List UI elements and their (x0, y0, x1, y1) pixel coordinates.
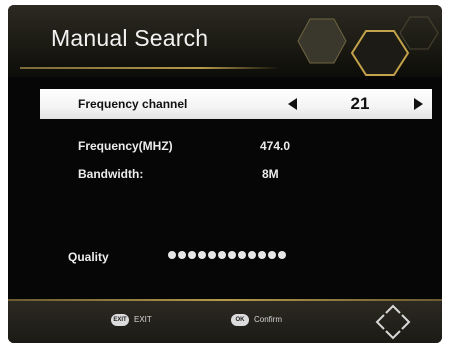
frequency-channel-value: 21 (350, 94, 370, 113)
page-title: Manual Search (51, 25, 209, 51)
quality-dot (218, 251, 226, 259)
confirm-label: Confirm (254, 315, 283, 324)
frequency-channel-row[interactable]: Frequency channel 21 (40, 89, 432, 119)
quality-dot (248, 251, 256, 259)
quality-dot (278, 251, 286, 259)
navigation-arrows-icon (375, 304, 411, 340)
frequency-channel-label: Frequency channel (78, 97, 188, 111)
quality-dot (228, 251, 236, 259)
hexagon-decoration-icon (297, 16, 439, 76)
quality-dot (188, 251, 196, 259)
frequency-value: 474.0 (260, 139, 291, 153)
quality-dot (258, 251, 266, 259)
manual-search-screen: Manual Search Frequency channel 21 Frequ… (8, 5, 442, 343)
quality-dot (238, 251, 246, 259)
quality-indicator (168, 251, 286, 259)
exit-key-icon[interactable]: EXIT (111, 314, 129, 326)
frequency-label: Frequency(MHZ) (78, 139, 173, 153)
quality-dot (168, 251, 176, 259)
quality-dot (198, 251, 206, 259)
quality-dot (178, 251, 186, 259)
right-arrow-icon[interactable] (414, 98, 423, 110)
footer-bar: EXIT EXIT OK Confirm (8, 299, 442, 343)
header-divider (20, 67, 280, 69)
quality-dot (268, 251, 276, 259)
quality-label: Quality (68, 250, 109, 264)
bandwidth-value: 8M (262, 167, 279, 181)
header-bar: Manual Search (8, 5, 442, 77)
left-arrow-icon[interactable] (288, 98, 297, 110)
confirm-key-icon[interactable]: OK (231, 314, 249, 326)
quality-dot (208, 251, 216, 259)
exit-label: EXIT (134, 315, 152, 324)
footer-divider (8, 299, 442, 301)
bandwidth-label: Bandwidth: (78, 167, 144, 181)
